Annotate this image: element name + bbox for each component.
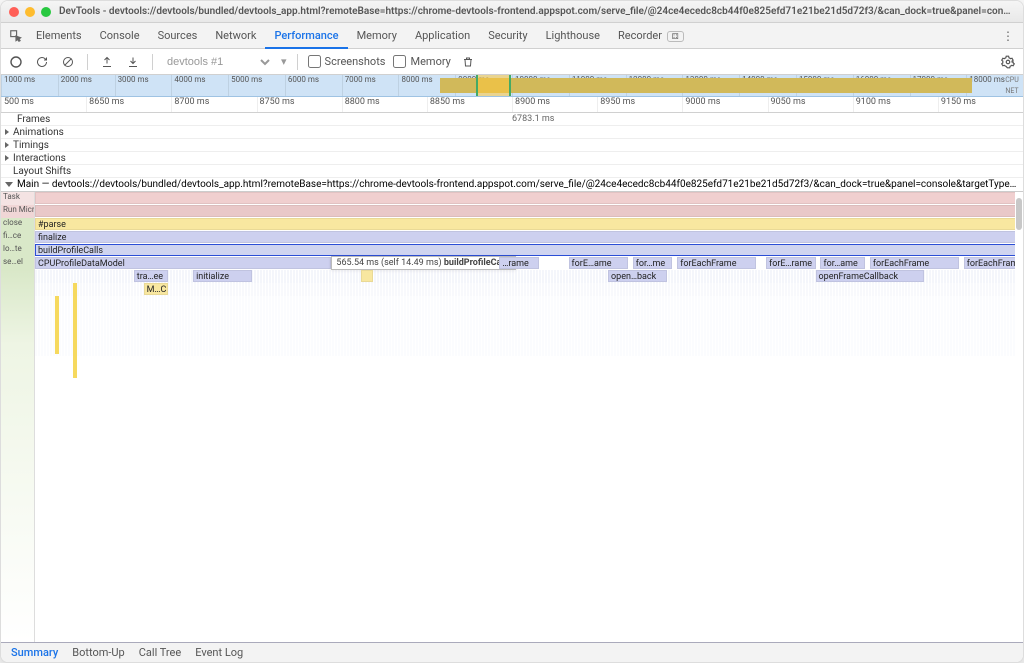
overview-side-labels: CPUNET [1001, 75, 1023, 96]
tab-sources[interactable]: Sources [149, 23, 207, 49]
buildprofilecalls-bar[interactable]: buildProfileCalls [35, 244, 1023, 256]
overview-activity [440, 78, 971, 93]
window-titlebar: DevTools - devtools://devtools/bundled/d… [1, 1, 1023, 23]
frames-track[interactable]: Frames 6783.1 ms [1, 113, 1023, 126]
marker1 [55, 296, 59, 354]
btab-bottomup[interactable]: Bottom-Up [72, 646, 125, 659]
track-layoutshifts[interactable]: Layout Shifts [1, 165, 1023, 178]
vertical-scrollbar[interactable] [1015, 192, 1023, 642]
settings-button[interactable] [999, 53, 1017, 71]
marker2 [73, 283, 77, 378]
reload-button[interactable] [33, 53, 51, 71]
minimize-window-button[interactable] [25, 7, 35, 17]
screenshots-checkbox[interactable]: Screenshots [308, 55, 386, 68]
tab-elements[interactable]: Elements [27, 23, 91, 49]
upload-button[interactable] [98, 53, 116, 71]
forame-bar[interactable]: for…ame [820, 257, 864, 269]
foreame-bar[interactable]: forE…ame [569, 257, 628, 269]
main-ruler[interactable]: 500 ms8650 ms8700 ms8750 ms8800 ms8850 m… [1, 97, 1023, 113]
btab-summary[interactable]: Summary [11, 646, 58, 659]
track-timings[interactable]: Timings [1, 139, 1023, 152]
record-button[interactable] [7, 53, 25, 71]
devtools-tabbar: Elements Console Sources Network Perform… [1, 23, 1023, 49]
openframecallback-bar[interactable]: openFrameCallback [816, 270, 925, 282]
foreachframe2-bar[interactable]: forEachFrame [870, 257, 959, 269]
window-title: DevTools - devtools://devtools/bundled/d… [59, 6, 1015, 17]
tab-security[interactable]: Security [479, 23, 536, 49]
frame-marker: 6783.1 ms [512, 114, 554, 124]
timeline-overview[interactable]: 1000 ms2000 ms3000 ms4000 ms5000 ms6000 … [1, 75, 1023, 97]
tooltip: 565.54 ms (self 14.49 ms) buildProfileCa… [331, 256, 515, 270]
clear-button[interactable] [59, 53, 77, 71]
inspect-icon[interactable] [5, 29, 27, 43]
track-animations[interactable]: Animations [1, 126, 1023, 139]
mc-bar[interactable]: M…C [144, 283, 169, 295]
profile-select[interactable]: devtools #1 [163, 55, 273, 69]
details-tabbar: Summary Bottom-Up Call Tree Event Log [1, 642, 1023, 662]
tab-lighthouse[interactable]: Lighthouse [537, 23, 609, 49]
tab-performance[interactable]: Performance [265, 23, 347, 49]
preview-badge: ⚃ [667, 31, 684, 42]
tab-network[interactable]: Network [206, 23, 265, 49]
openback-bar[interactable]: open…back [608, 270, 667, 282]
parse-bar[interactable]: #parse [35, 218, 1023, 230]
tab-application[interactable]: Application [406, 23, 479, 49]
track-interactions[interactable]: Interactions [1, 152, 1023, 165]
trash-button[interactable] [459, 53, 477, 71]
btab-eventlog[interactable]: Event Log [195, 646, 243, 659]
tab-console[interactable]: Console [91, 23, 149, 49]
zoom-window-button[interactable] [41, 7, 51, 17]
traee-bar[interactable]: tra…ee [134, 270, 169, 282]
overview-selection[interactable] [476, 75, 511, 96]
yellow-chunk[interactable] [361, 270, 373, 282]
close-window-button[interactable] [9, 7, 19, 17]
foreachframe-bar[interactable]: forEachFrame [677, 257, 756, 269]
scroll-thumb[interactable] [1016, 198, 1022, 230]
download-button[interactable] [124, 53, 142, 71]
traffic-lights [9, 7, 51, 17]
run-microtasks-bar[interactable] [35, 205, 1023, 217]
btab-calltree[interactable]: Call Tree [139, 646, 181, 659]
tab-recorder[interactable]: Recorder ⚃ [609, 23, 693, 49]
task-bar[interactable] [35, 192, 1023, 204]
flame-chart[interactable]: Task Run Microtasks close fi…ce lo…te se… [1, 192, 1023, 642]
forme-bar[interactable]: for…me [633, 257, 673, 269]
initialize-bar[interactable]: initialize [193, 270, 252, 282]
finalize-bar[interactable]: finalize [35, 231, 1023, 243]
tab-memory[interactable]: Memory [348, 23, 406, 49]
flame-gutter: Task Run Microtasks close fi…ce lo…te se… [1, 192, 35, 642]
more-icon[interactable]: ⋮ [997, 29, 1019, 43]
memory-checkbox[interactable]: Memory [393, 55, 450, 68]
forerame-bar[interactable]: forE…rame [766, 257, 815, 269]
cpuprofile-bar[interactable]: CPUProfileDataModel [35, 257, 331, 269]
main-thread-header[interactable]: Main — devtools://devtools/bundled/devto… [1, 178, 1023, 192]
rame-bar[interactable]: …rame [499, 257, 539, 269]
perf-toolbar: devtools #1 ▾ Screenshots Memory [1, 49, 1023, 75]
